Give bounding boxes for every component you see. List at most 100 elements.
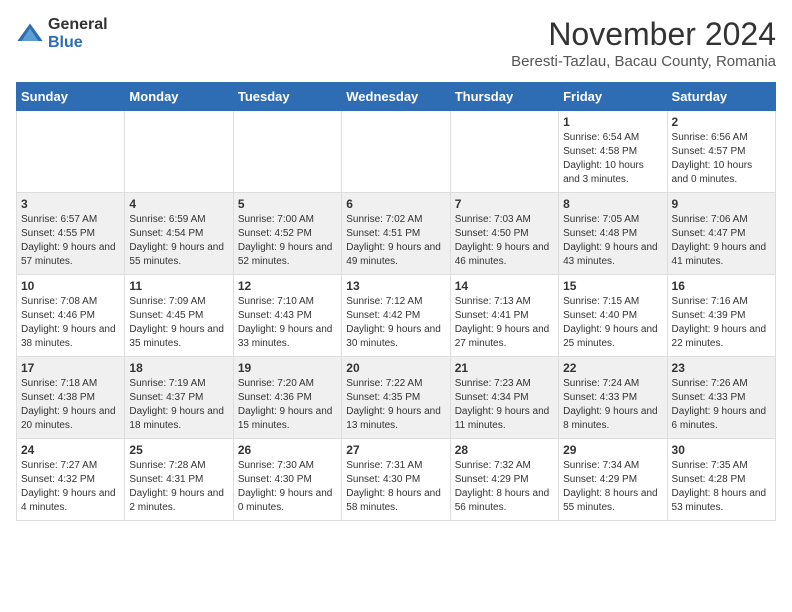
calendar-cell: 13 Sunrise: 7:12 AM Sunset: 4:42 PM Dayli… bbox=[342, 275, 450, 357]
day-number: 17 bbox=[21, 361, 120, 375]
calendar-cell: 3 Sunrise: 6:57 AM Sunset: 4:55 PM Daylig… bbox=[17, 193, 125, 275]
day-number: 12 bbox=[238, 279, 337, 293]
day-number: 4 bbox=[129, 197, 228, 211]
calendar-header-row: SundayMondayTuesdayWednesdayThursdayFrid… bbox=[17, 83, 776, 111]
day-detail: Sunrise: 7:03 AM Sunset: 4:50 PM Dayligh… bbox=[455, 214, 550, 267]
day-number: 25 bbox=[129, 443, 228, 457]
logo-text: General Blue bbox=[48, 16, 108, 51]
calendar-cell bbox=[17, 111, 125, 193]
day-number: 18 bbox=[129, 361, 228, 375]
day-number: 9 bbox=[672, 197, 771, 211]
day-detail: Sunrise: 7:24 AM Sunset: 4:33 PM Dayligh… bbox=[563, 378, 658, 431]
calendar-cell: 27 Sunrise: 7:31 AM Sunset: 4:30 PM Dayli… bbox=[342, 439, 450, 521]
calendar-cell: 1 Sunrise: 6:54 AM Sunset: 4:58 PM Daylig… bbox=[559, 111, 667, 193]
day-number: 15 bbox=[563, 279, 662, 293]
day-number: 28 bbox=[455, 443, 554, 457]
calendar-cell: 18 Sunrise: 7:19 AM Sunset: 4:37 PM Dayli… bbox=[125, 357, 233, 439]
calendar-cell bbox=[450, 111, 558, 193]
calendar-cell: 28 Sunrise: 7:32 AM Sunset: 4:29 PM Dayli… bbox=[450, 439, 558, 521]
day-detail: Sunrise: 7:12 AM Sunset: 4:42 PM Dayligh… bbox=[346, 296, 441, 349]
day-number: 30 bbox=[672, 443, 771, 457]
day-detail: Sunrise: 6:56 AM Sunset: 4:57 PM Dayligh… bbox=[672, 132, 753, 185]
calendar-cell: 14 Sunrise: 7:13 AM Sunset: 4:41 PM Dayli… bbox=[450, 275, 558, 357]
day-detail: Sunrise: 7:09 AM Sunset: 4:45 PM Dayligh… bbox=[129, 296, 224, 349]
calendar-cell: 12Sunrise: 7:10 AM Sunset: 4:43 PM Dayli… bbox=[233, 275, 341, 357]
day-detail: Sunrise: 7:32 AM Sunset: 4:29 PM Dayligh… bbox=[455, 460, 550, 513]
calendar-cell: 4 Sunrise: 6:59 AM Sunset: 4:54 PM Daylig… bbox=[125, 193, 233, 275]
logo-general-label: General bbox=[48, 16, 108, 34]
day-detail: Sunrise: 7:19 AM Sunset: 4:37 PM Dayligh… bbox=[129, 378, 224, 431]
header-day-friday: Friday bbox=[559, 83, 667, 111]
calendar-cell: 19 Sunrise: 7:20 AM Sunset: 4:36 PM Dayli… bbox=[233, 357, 341, 439]
day-number: 22 bbox=[563, 361, 662, 375]
day-number: 10 bbox=[21, 279, 120, 293]
calendar-cell: 8 Sunrise: 7:05 AM Sunset: 4:48 PM Daylig… bbox=[559, 193, 667, 275]
header-day-wednesday: Wednesday bbox=[342, 83, 450, 111]
day-detail: Sunrise: 7:13 AM Sunset: 4:41 PM Dayligh… bbox=[455, 296, 550, 349]
logo-blue-label: Blue bbox=[48, 34, 108, 52]
calendar-cell: 17 Sunrise: 7:18 AM Sunset: 4:38 PM Dayli… bbox=[17, 357, 125, 439]
calendar-cell: 15 Sunrise: 7:15 AM Sunset: 4:40 PM Dayli… bbox=[559, 275, 667, 357]
day-detail: Sunrise: 7:22 AM Sunset: 4:35 PM Dayligh… bbox=[346, 378, 441, 431]
calendar-cell: 25Sunrise: 7:28 AM Sunset: 4:31 PM Dayli… bbox=[125, 439, 233, 521]
day-number: 7 bbox=[455, 197, 554, 211]
day-number: 8 bbox=[563, 197, 662, 211]
title-block: November 2024 Beresti-Tazlau, Bacau Coun… bbox=[511, 16, 776, 70]
day-number: 29 bbox=[563, 443, 662, 457]
day-detail: Sunrise: 7:05 AM Sunset: 4:48 PM Dayligh… bbox=[563, 214, 658, 267]
day-detail: Sunrise: 6:54 AM Sunset: 4:58 PM Dayligh… bbox=[563, 132, 644, 185]
day-number: 20 bbox=[346, 361, 445, 375]
calendar-table: SundayMondayTuesdayWednesdayThursdayFrid… bbox=[16, 82, 776, 521]
day-detail: Sunrise: 7:20 AM Sunset: 4:36 PM Dayligh… bbox=[238, 378, 333, 431]
calendar-cell: 23Sunrise: 7:26 AM Sunset: 4:33 PM Dayli… bbox=[667, 357, 775, 439]
day-number: 1 bbox=[563, 115, 662, 129]
header-day-thursday: Thursday bbox=[450, 83, 558, 111]
day-detail: Sunrise: 7:27 AM Sunset: 4:32 PM Dayligh… bbox=[21, 460, 116, 513]
calendar-cell: 26Sunrise: 7:30 AM Sunset: 4:30 PM Dayli… bbox=[233, 439, 341, 521]
calendar-cell bbox=[342, 111, 450, 193]
calendar-cell bbox=[125, 111, 233, 193]
calendar-cell: 10 Sunrise: 7:08 AM Sunset: 4:46 PM Dayli… bbox=[17, 275, 125, 357]
header-day-sunday: Sunday bbox=[17, 83, 125, 111]
day-detail: Sunrise: 7:08 AM Sunset: 4:46 PM Dayligh… bbox=[21, 296, 116, 349]
month-title: November 2024 bbox=[511, 16, 776, 53]
logo: General Blue bbox=[16, 16, 108, 51]
day-number: 19 bbox=[238, 361, 337, 375]
calendar-week-row: 10 Sunrise: 7:08 AM Sunset: 4:46 PM Dayli… bbox=[17, 275, 776, 357]
header-day-saturday: Saturday bbox=[667, 83, 775, 111]
calendar-cell: 11 Sunrise: 7:09 AM Sunset: 4:45 PM Dayli… bbox=[125, 275, 233, 357]
day-detail: Sunrise: 6:59 AM Sunset: 4:54 PM Dayligh… bbox=[129, 214, 224, 267]
header-day-monday: Monday bbox=[125, 83, 233, 111]
calendar-week-row: 17 Sunrise: 7:18 AM Sunset: 4:38 PM Dayli… bbox=[17, 357, 776, 439]
day-number: 23 bbox=[672, 361, 771, 375]
day-detail: Sunrise: 7:31 AM Sunset: 4:30 PM Dayligh… bbox=[346, 460, 441, 513]
day-detail: Sunrise: 7:02 AM Sunset: 4:51 PM Dayligh… bbox=[346, 214, 441, 267]
calendar-week-row: 1 Sunrise: 6:54 AM Sunset: 4:58 PM Daylig… bbox=[17, 111, 776, 193]
day-number: 13 bbox=[346, 279, 445, 293]
calendar-cell: 22 Sunrise: 7:24 AM Sunset: 4:33 PM Dayli… bbox=[559, 357, 667, 439]
calendar-cell bbox=[233, 111, 341, 193]
calendar-cell: 2Sunrise: 6:56 AM Sunset: 4:57 PM Daylig… bbox=[667, 111, 775, 193]
location-title: Beresti-Tazlau, Bacau County, Romania bbox=[511, 53, 776, 70]
logo-icon bbox=[16, 20, 44, 48]
day-number: 27 bbox=[346, 443, 445, 457]
day-number: 11 bbox=[129, 279, 228, 293]
day-detail: Sunrise: 6:57 AM Sunset: 4:55 PM Dayligh… bbox=[21, 214, 116, 267]
day-number: 14 bbox=[455, 279, 554, 293]
day-detail: Sunrise: 7:34 AM Sunset: 4:29 PM Dayligh… bbox=[563, 460, 658, 513]
day-number: 5 bbox=[238, 197, 337, 211]
day-number: 24 bbox=[21, 443, 120, 457]
day-number: 3 bbox=[21, 197, 120, 211]
day-detail: Sunrise: 7:15 AM Sunset: 4:40 PM Dayligh… bbox=[563, 296, 658, 349]
calendar-cell: 9 Sunrise: 7:06 AM Sunset: 4:47 PM Daylig… bbox=[667, 193, 775, 275]
day-detail: Sunrise: 7:06 AM Sunset: 4:47 PM Dayligh… bbox=[672, 214, 767, 267]
header-day-tuesday: Tuesday bbox=[233, 83, 341, 111]
calendar-week-row: 3 Sunrise: 6:57 AM Sunset: 4:55 PM Daylig… bbox=[17, 193, 776, 275]
day-detail: Sunrise: 7:35 AM Sunset: 4:28 PM Dayligh… bbox=[672, 460, 767, 513]
calendar-cell: 24 Sunrise: 7:27 AM Sunset: 4:32 PM Dayli… bbox=[17, 439, 125, 521]
day-number: 26 bbox=[238, 443, 337, 457]
calendar-cell: 16Sunrise: 7:16 AM Sunset: 4:39 PM Dayli… bbox=[667, 275, 775, 357]
calendar-cell: 6Sunrise: 7:02 AM Sunset: 4:51 PM Daylig… bbox=[342, 193, 450, 275]
day-detail: Sunrise: 7:18 AM Sunset: 4:38 PM Dayligh… bbox=[21, 378, 116, 431]
page-header: General Blue November 2024 Beresti-Tazla… bbox=[16, 16, 776, 70]
